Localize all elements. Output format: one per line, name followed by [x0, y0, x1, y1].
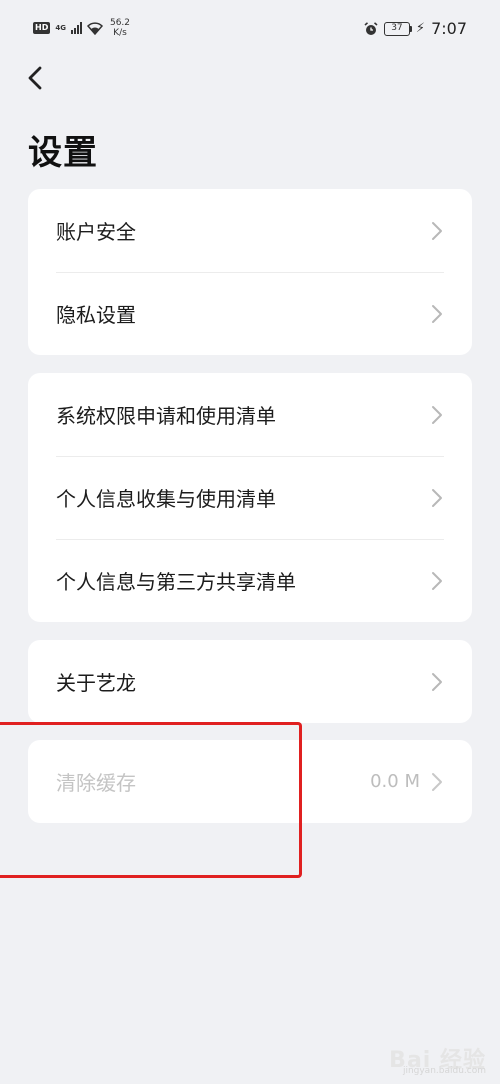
- chevron-right-icon: [432, 304, 442, 323]
- page-title: 设置: [28, 133, 98, 173]
- chevron-right-icon: [432, 221, 442, 240]
- watermark-subtext: jingyan.baidu.com: [402, 1066, 486, 1076]
- settings-item-label: 关于艺龙: [56, 671, 136, 695]
- clock: 7:07: [431, 19, 467, 38]
- status-bar: HD 4G 56.2 K/s 37 ⚡ 7:07: [0, 0, 500, 58]
- settings-item-privacy[interactable]: 隐私设置: [28, 272, 472, 355]
- chevron-right-icon: [432, 672, 442, 691]
- wifi-icon: [86, 21, 103, 35]
- settings-item-third-party-sharing-list[interactable]: 个人信息与第三方共享清单: [28, 539, 472, 622]
- settings-group-about: 关于艺龙: [28, 640, 472, 723]
- annotation-highlight-box: [0, 722, 302, 878]
- speed-unit: K/s: [113, 28, 127, 38]
- settings-item-label: 个人信息收集与使用清单: [56, 487, 276, 511]
- settings-screen: HD 4G 56.2 K/s 37 ⚡ 7:07 设置 账户安全 隐私设置 系统…: [0, 0, 500, 1084]
- speed-value: 56.2: [109, 18, 131, 28]
- cache-size: 0.0 M: [370, 771, 420, 792]
- chevron-right-icon: [432, 571, 442, 590]
- signal-icon: [70, 22, 82, 34]
- settings-item-account-security[interactable]: 账户安全: [28, 189, 472, 272]
- battery-level: 37: [383, 21, 410, 36]
- alarm-icon: [364, 21, 378, 35]
- chevron-right-icon: [432, 488, 442, 507]
- watermark: Bai 经验 jingyan.baidu.com: [389, 1042, 486, 1076]
- back-button[interactable]: [22, 62, 50, 94]
- battery-icon: 37: [383, 21, 412, 36]
- settings-group-account: 账户安全 隐私设置: [28, 189, 472, 355]
- back-arrow-icon: [28, 66, 42, 90]
- settings-item-permission-list[interactable]: 系统权限申请和使用清单: [28, 373, 472, 456]
- settings-item-info-collection-list[interactable]: 个人信息收集与使用清单: [28, 456, 472, 539]
- settings-group-privacy-lists: 系统权限申请和使用清单 个人信息收集与使用清单 个人信息与第三方共享清单: [28, 373, 472, 622]
- network-speed: 56.2 K/s: [110, 18, 130, 38]
- chevron-right-icon: [432, 772, 442, 791]
- settings-item-label: 隐私设置: [56, 303, 136, 327]
- status-left: HD 4G 56.2 K/s: [33, 18, 130, 38]
- settings-item-label: 系统权限申请和使用清单: [56, 404, 276, 428]
- charging-icon: ⚡: [415, 21, 426, 36]
- settings-item-label: 账户安全: [56, 220, 136, 244]
- network-type: 4G: [55, 23, 66, 32]
- hd-badge: HD: [33, 22, 51, 34]
- settings-item-about[interactable]: 关于艺龙: [28, 640, 472, 723]
- chevron-right-icon: [432, 405, 442, 424]
- status-right: 37 ⚡ 7:07: [364, 19, 467, 38]
- settings-item-label: 个人信息与第三方共享清单: [56, 570, 296, 594]
